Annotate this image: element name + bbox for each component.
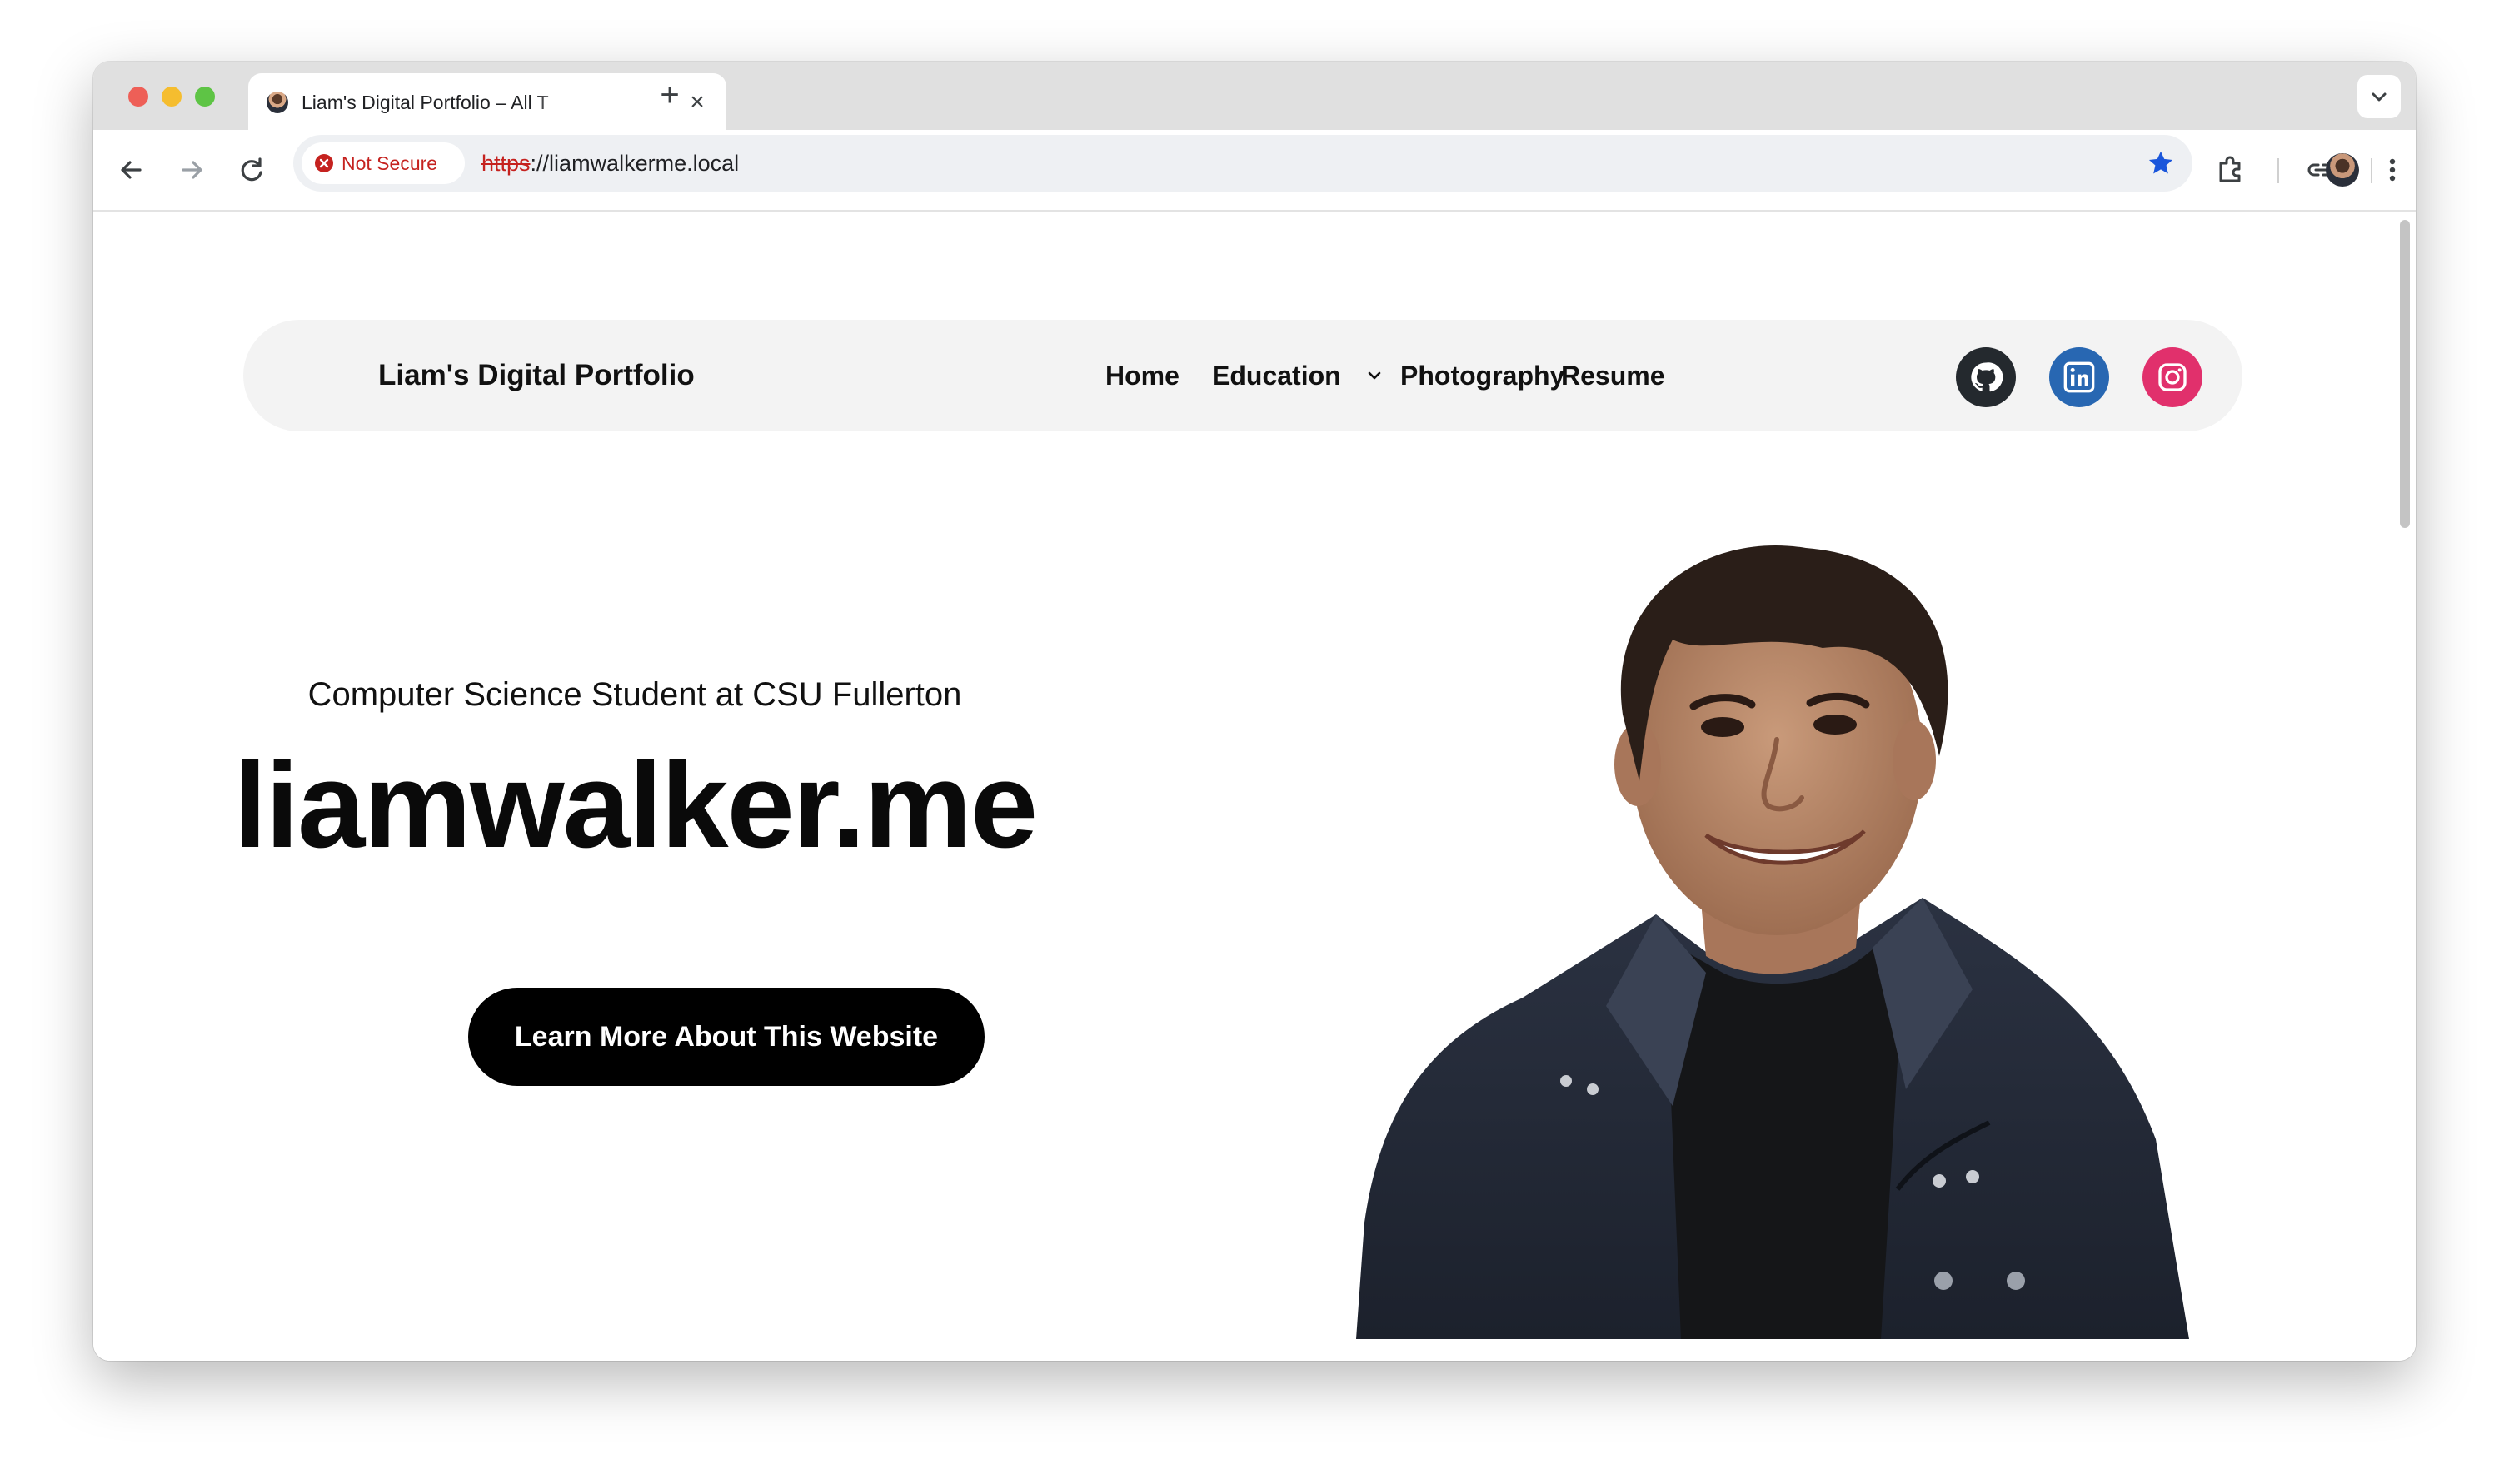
- instagram-link[interactable]: [2142, 347, 2202, 407]
- tab-search-chevron-icon: [2372, 92, 2387, 102]
- reload-button[interactable]: [232, 150, 272, 190]
- learn-more-button[interactable]: Learn More About This Website: [468, 988, 985, 1086]
- nav-photography[interactable]: Photography: [1400, 320, 1564, 431]
- url-text[interactable]: https://liamwalkerme.local: [481, 135, 739, 192]
- not-secure-icon: [315, 154, 333, 172]
- tab-title: Liam's Digital Portfolio – All T: [302, 92, 549, 113]
- hero-subtitle: Computer Science Student at CSU Fullerto…: [307, 676, 962, 713]
- forward-arrow-icon: [182, 161, 202, 179]
- page-scrollbar[interactable]: [2392, 212, 2416, 1361]
- site-header: Liam's Digital Portfolio Home Education …: [243, 320, 2242, 431]
- toolbar-separator: [2277, 158, 2279, 183]
- github-icon: [1971, 362, 2003, 392]
- maximize-window-button[interactable]: [195, 87, 215, 107]
- instagram-icon: [2158, 363, 2187, 391]
- chevron-down-icon[interactable]: [1367, 371, 1382, 381]
- nav-resume[interactable]: Resume: [1561, 320, 1665, 431]
- extensions-icon: [2219, 156, 2241, 182]
- close-window-button[interactable]: [128, 87, 148, 107]
- github-link[interactable]: [1956, 347, 2016, 407]
- security-chip[interactable]: Not Secure: [302, 142, 465, 184]
- site-title[interactable]: Liam's Digital Portfolio: [378, 320, 695, 431]
- back-button[interactable]: [112, 150, 152, 190]
- tab-search-button[interactable]: [2357, 75, 2401, 118]
- linkedin-link[interactable]: [2049, 347, 2109, 407]
- back-arrow-icon: [121, 161, 142, 179]
- browser-toolbar: Not Secure https://liamwalkerme.local: [93, 130, 2416, 212]
- reload-icon: [241, 157, 262, 182]
- hero-title: liamwalker.me: [232, 737, 1038, 873]
- linkedin-icon: [2063, 361, 2095, 393]
- tab-strip: Liam's Digital Portfolio – All T × +: [93, 62, 2416, 130]
- forward-button[interactable]: [172, 150, 212, 190]
- nav-education[interactable]: Education: [1212, 320, 1341, 431]
- url-scheme: https: [481, 151, 531, 176]
- browser-window: Liam's Digital Portfolio – All T × + Not…: [93, 62, 2416, 1361]
- new-tab-button[interactable]: +: [653, 78, 686, 112]
- address-bar[interactable]: Not Secure https://liamwalkerme.local: [293, 135, 2192, 192]
- kebab-menu-icon: [2389, 158, 2396, 182]
- minimize-window-button[interactable]: [162, 87, 182, 107]
- tab-favicon-icon: [267, 92, 288, 113]
- hero-portrait-photo: [1356, 545, 2189, 1339]
- tab-close-icon[interactable]: ×: [685, 90, 710, 115]
- page-viewport: Liam's Digital Portfolio Home Education …: [93, 212, 2392, 1361]
- url-host: ://liamwalkerme.local: [530, 151, 740, 176]
- bookmark-star-icon[interactable]: [2146, 148, 2176, 178]
- security-label: Not Secure: [342, 152, 438, 174]
- profile-avatar[interactable]: [2326, 153, 2359, 187]
- extensions-button[interactable]: [2211, 150, 2251, 190]
- browser-menu-button[interactable]: [2372, 150, 2412, 190]
- scrollbar-thumb[interactable]: [2400, 220, 2410, 528]
- nav-home[interactable]: Home: [1105, 320, 1180, 431]
